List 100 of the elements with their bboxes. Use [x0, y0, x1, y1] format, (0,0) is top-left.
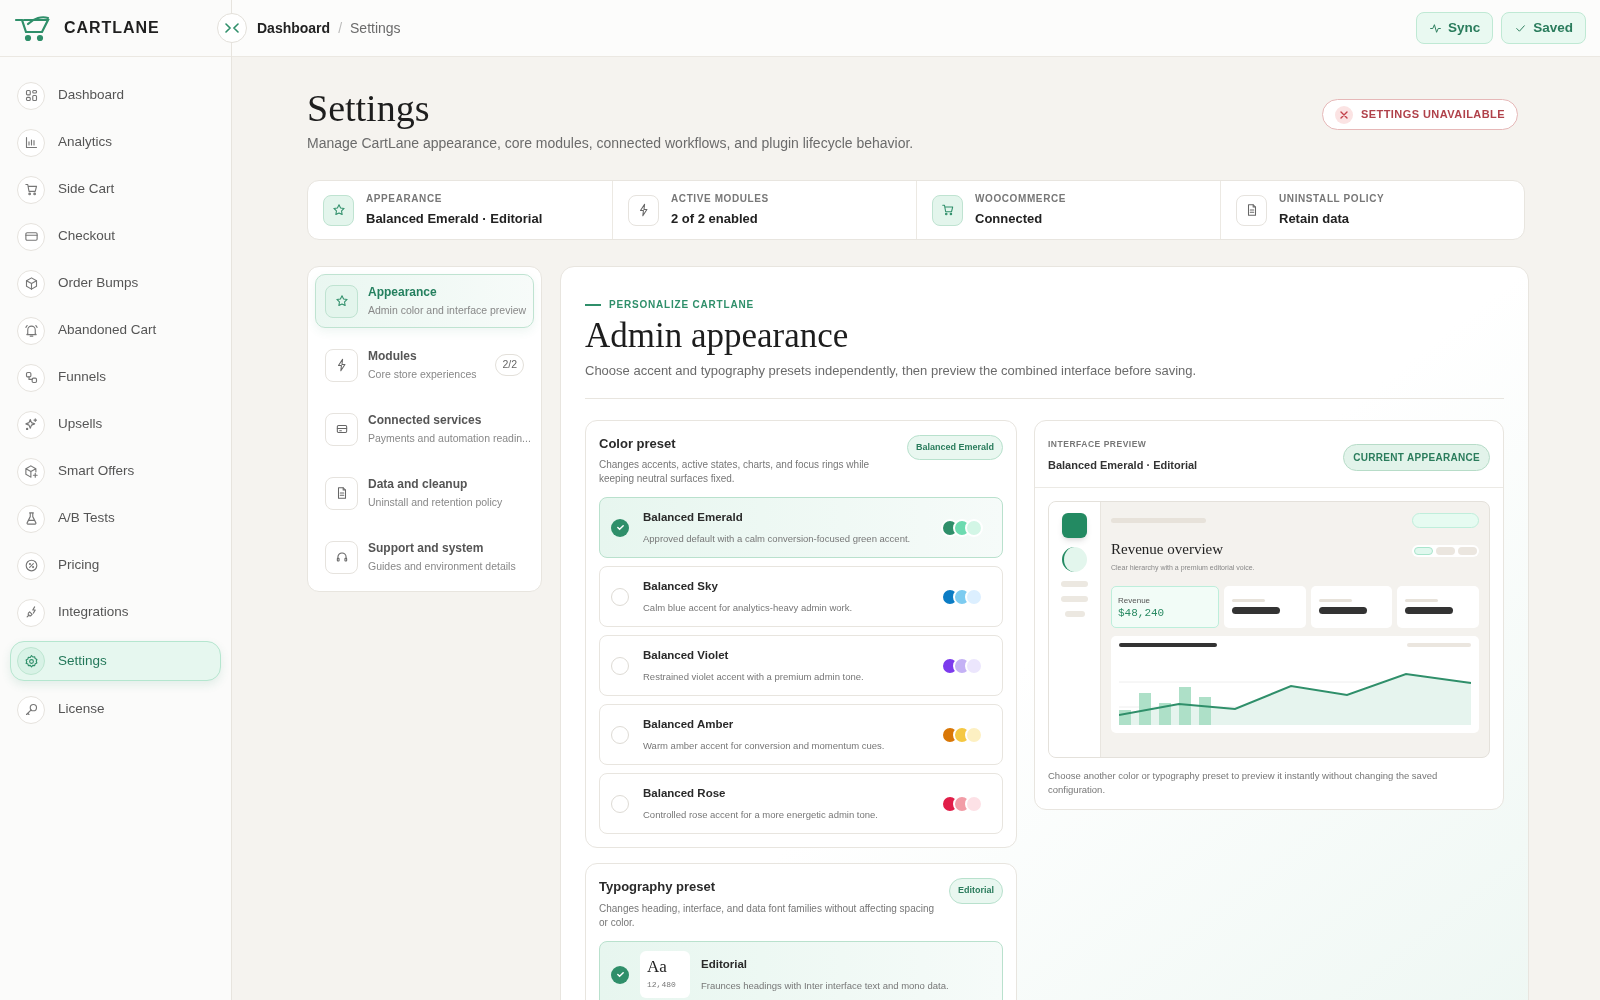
settings-nav-item[interactable]: Appearance Admin color and interface preview	[315, 274, 534, 328]
brand-name: CARTLANE	[64, 18, 160, 38]
selected-preset-badge: Balanced Emerald	[906, 434, 1003, 460]
sync-button[interactable]: Sync	[1415, 12, 1494, 44]
placeholder-bar	[1405, 598, 1439, 602]
sidebar-item[interactable]: A/B Tests	[10, 500, 221, 537]
collapse-icon	[225, 23, 239, 33]
card-title: Color preset	[599, 434, 677, 453]
sidebar-item[interactable]: License	[10, 691, 221, 728]
sidebar-item[interactable]: Pricing	[10, 547, 221, 584]
color-preset-option[interactable]: Balanced Sky Calm blue accent for analytics-heavy admin work.	[599, 566, 1003, 627]
settings-nav-item[interactable]: Modules Core store experiences 2/2	[315, 338, 534, 392]
option-description: Warm amber accent for conversion and momentum cues.	[643, 738, 886, 753]
radio-button[interactable]	[611, 587, 629, 606]
color-preset-option[interactable]: Balanced Emerald Approved default with a calm conversion-focused green accent.	[599, 497, 1003, 558]
sidebar-item[interactable]: Upsells	[10, 406, 221, 443]
cart-logo-icon	[14, 14, 52, 42]
discount-icon	[23, 558, 39, 573]
metric-value: $48,240	[1118, 606, 1166, 620]
mock-title: Revenue overview	[1111, 539, 1225, 559]
option-description: Controlled rose accent for a more energetic admin tone.	[643, 807, 879, 822]
placeholder-bar	[1412, 512, 1479, 528]
sidebar-item[interactable]: Order Bumps	[10, 265, 221, 302]
error-icon	[1334, 105, 1353, 124]
option-name: Balanced Emerald	[643, 510, 744, 526]
settings-nav-item[interactable]: Connected services Payments and automation readin...	[315, 402, 534, 456]
settings-nav-item[interactable]: Support and system Guides and environment details	[315, 530, 534, 584]
color-preset-option[interactable]: Balanced Violet Restrained violet accent with a premium admin tone.	[599, 635, 1003, 696]
bell-icon	[23, 323, 39, 338]
option-name: Balanced Amber	[643, 717, 735, 733]
sidebar-item[interactable]: Funnels	[10, 359, 221, 396]
metric-label: Revenue	[1118, 595, 1152, 605]
credit-card-icon	[23, 229, 39, 244]
settings-nav-item[interactable]: Data and cleanup Uninstall and retention policy	[315, 466, 534, 520]
sidebar-item[interactable]: Analytics	[10, 124, 221, 161]
placeholder-bar	[1232, 606, 1280, 614]
cart-icon	[23, 182, 39, 197]
breadcrumb-separator: /	[338, 18, 342, 38]
chart-bar	[1159, 702, 1171, 725]
summary-label: WOOCOMMERCE	[975, 192, 1067, 207]
summary-value: 2 of 2 enabled	[671, 210, 759, 229]
option-name: Balanced Sky	[643, 579, 719, 595]
sidebar-item[interactable]: Integrations	[10, 594, 221, 631]
page-subtitle: Manage CartLane appearance, core modules, connected workflows, and plugin lifecycle behavior.	[307, 134, 914, 153]
color-preset-option[interactable]: Balanced Amber Warm amber accent for conversion and momentum cues.	[599, 704, 1003, 765]
star-icon	[334, 294, 349, 308]
summary-value: Retain data	[1279, 210, 1351, 229]
placeholder-bar	[1232, 598, 1265, 602]
sidebar-item[interactable]: Side Cart	[10, 171, 221, 208]
placeholder-bar	[1405, 606, 1454, 614]
check-icon	[615, 523, 625, 532]
credit-card-icon	[334, 422, 349, 436]
summary-label: UNINSTALL POLICY	[1279, 192, 1385, 207]
sidebar-item[interactable]: Settings	[10, 641, 221, 681]
package-plus-icon	[23, 464, 39, 479]
funnel-icon	[23, 370, 39, 385]
selected-preset-badge: Editorial	[949, 878, 1003, 904]
placeholder-bar	[1064, 610, 1085, 617]
card-title: Typography preset	[599, 878, 717, 896]
box-icon	[23, 276, 39, 291]
option-name: Editorial	[701, 957, 748, 973]
sidebar-item[interactable]: Abandoned Cart	[10, 312, 221, 349]
radio-button[interactable]	[611, 965, 629, 984]
color-preset-option[interactable]: Balanced Rose Controlled rose accent for a more energetic admin tone.	[599, 773, 1003, 834]
card-description: Changes heading, interface, and data font families without affecting spacing or color.	[599, 901, 936, 930]
placeholder-bar	[1318, 606, 1367, 614]
typography-preset-option[interactable]: Aa 12,480 Editorial Fraunces headings with Inter interface text and mono data.	[599, 940, 1003, 1000]
placeholder-bar	[1458, 546, 1477, 555]
chart-bar	[1179, 686, 1191, 725]
option-description: Restrained violet accent with a premium admin tone.	[643, 669, 865, 684]
breadcrumb-link[interactable]: Dashboard	[257, 17, 331, 39]
number-sample: 12,480	[647, 979, 677, 991]
radio-button[interactable]	[611, 656, 629, 675]
cart-icon	[940, 203, 955, 217]
sidebar-item[interactable]: Checkout	[10, 218, 221, 255]
chart-bar	[1199, 696, 1211, 725]
preview-title: Balanced Emerald · Editorial	[1048, 458, 1198, 474]
option-description: Calm blue accent for analytics-heavy admin work.	[643, 600, 854, 615]
current-appearance-badge: CURRENT APPEARANCE	[1343, 443, 1490, 471]
option-description: Approved default with a calm conversion-focused green accent.	[643, 531, 912, 546]
sidebar-item[interactable]: Dashboard	[10, 77, 221, 114]
font-sample: Aa	[647, 958, 668, 976]
preview-eyebrow: INTERFACE PREVIEW	[1048, 437, 1148, 451]
option-description: Fraunces headings with Inter interface text and mono data.	[701, 978, 950, 993]
sidebar-item[interactable]: Smart Offers	[10, 453, 221, 490]
placeholder-bar	[1061, 580, 1088, 587]
radio-button[interactable]	[611, 725, 629, 744]
key-icon	[23, 702, 39, 717]
saved-button[interactable]: Saved	[1501, 12, 1586, 44]
panel-title: Admin appearance	[585, 315, 850, 357]
card-description: Changes accents, active states, charts, and focus rings while keeping neutral surfaces fixed.	[599, 458, 871, 486]
radio-button[interactable]	[611, 794, 629, 813]
bar-chart-icon	[23, 135, 39, 150]
summary-label: APPEARANCE	[366, 192, 443, 207]
placeholder-bar	[1407, 642, 1471, 647]
panel-eyebrow: PERSONALIZE CARTLANE	[609, 298, 754, 312]
panel-description: Choose accent and typography presets independently, then preview the combined interface before saving.	[585, 362, 1198, 380]
radio-button[interactable]	[611, 518, 629, 537]
breadcrumb-current[interactable]: Settings	[350, 17, 401, 39]
settings-icon	[23, 653, 39, 669]
